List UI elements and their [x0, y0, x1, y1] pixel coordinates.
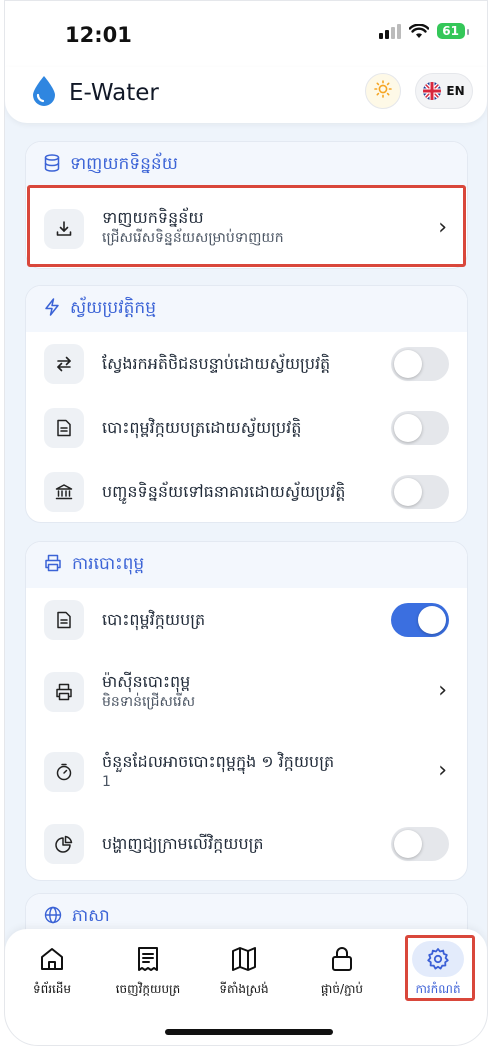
water-drop-icon	[31, 75, 57, 111]
stopwatch-icon	[44, 752, 84, 792]
chevron-right-icon: ›	[438, 758, 447, 783]
app-header: E-Water EN	[5, 67, 487, 123]
row-title: បញ្ជូនទិន្នន័យទៅធនាគារដោយស្វ័យប្រវត្តិ	[102, 482, 346, 501]
home-indicator	[165, 1029, 333, 1035]
section-header: ការបោះពុម្ព	[26, 542, 467, 588]
section-title: ទាញយកទិន្នន័យ	[70, 153, 178, 174]
status-icons: 61	[379, 23, 469, 39]
nav-label: ទំព័រដើម	[32, 982, 72, 996]
printer-icon	[44, 672, 84, 712]
auto-send-bank-toggle[interactable]	[391, 475, 449, 509]
chevron-right-icon: ›	[438, 215, 447, 240]
home-icon	[32, 941, 72, 977]
row-subtitle: មិនទាន់ជ្រើសរើស	[102, 694, 196, 710]
row-title: បង្ហាញជ្យក្រាមលើវិក្កយបត្រ	[102, 834, 264, 853]
uk-flag-icon	[423, 82, 442, 100]
download-section: ទាញយកទិន្នន័យ ទាញយកទិន្នន័យ ជ្រើសរើសទិន្…	[25, 141, 468, 269]
row-title: បោះពុម្ពវិក្កយបត្រ	[102, 610, 206, 629]
theme-toggle-button[interactable]	[365, 73, 401, 109]
print-invoice-toggle[interactable]	[391, 603, 449, 637]
printing-section: ការបោះពុម្ព បោះពុម្ពវិក្កយបត្រ ម៉ាស៊ីនបោ…	[25, 541, 468, 881]
nav-settings[interactable]: ការកំណត់	[393, 941, 483, 999]
signal-icon	[379, 23, 402, 39]
nav-invoice[interactable]: ចេញវិក្កយបត្រ	[103, 941, 193, 999]
automation-section: ស្វ័យប្រវត្តិកម្ម ស្វែងរកអតិថិជនបន្ទាប់ដ…	[25, 285, 468, 523]
nav-label: ការកំណត់	[415, 982, 461, 996]
nav-disconnect[interactable]: ផ្ដាច់/ភ្ជាប់	[297, 941, 387, 999]
row-title: ទាញយកទិន្នន័យ	[102, 208, 204, 227]
phone-screen: 12:01 61 E-Water EN ទាញយកទិន្នន័យ ទាញយកទ…	[4, 0, 488, 1046]
section-title: ភាសា	[72, 905, 110, 926]
globe-icon	[44, 906, 62, 929]
gear-icon	[412, 941, 464, 977]
print-invoice-row: បោះពុម្ពវិក្កយបត្រ	[26, 588, 467, 652]
nav-map[interactable]: ទីតាំងស្រង់	[199, 941, 289, 999]
row-title: បោះពុម្ពវិក្កយបត្រដោយស្វ័យប្រវត្តិ	[102, 418, 302, 437]
section-header: ទាញយកទិន្នន័យ	[26, 142, 467, 188]
language-code: EN	[446, 84, 465, 98]
auto-print-invoice-toggle[interactable]	[391, 411, 449, 445]
download-icon	[44, 209, 84, 249]
wifi-icon	[409, 23, 430, 39]
show-chart-row: បង្ហាញជ្យក្រាមលើវិក្កយបត្រ	[26, 812, 467, 876]
auto-send-bank-row: បញ្ជូនទិន្នន័យទៅធនាគារដោយស្វ័យប្រវត្តិ	[26, 460, 467, 522]
show-chart-toggle[interactable]	[391, 827, 449, 861]
document-icon	[44, 600, 84, 640]
printer-select-row[interactable]: ម៉ាស៊ីនបោះពុម្ព មិនទាន់ជ្រើសរើស ›	[26, 652, 467, 732]
nav-home[interactable]: ទំព័រដើម	[7, 941, 97, 999]
pie-chart-icon	[44, 824, 84, 864]
database-icon	[44, 153, 60, 177]
app-title: E-Water	[69, 80, 159, 106]
lock-icon	[322, 941, 362, 977]
language-switch-button[interactable]: EN	[415, 73, 473, 109]
document-icon	[44, 408, 84, 448]
row-title: ម៉ាស៊ីនបោះពុម្ព	[102, 672, 191, 691]
section-header: ស្វ័យប្រវត្តិកម្ម	[26, 286, 467, 332]
sun-icon	[374, 80, 392, 102]
nav-label: ផ្ដាច់/ភ្ជាប់	[320, 982, 364, 996]
receipt-icon	[128, 941, 168, 977]
nav-label: ទីតាំងស្រង់	[219, 982, 269, 996]
section-title: ស្វ័យប្រវត្តិកម្ម	[70, 297, 156, 318]
auto-next-customer-toggle[interactable]	[391, 347, 449, 381]
status-time: 12:01	[65, 23, 132, 47]
battery-indicator: 61	[437, 23, 469, 39]
map-icon	[224, 941, 264, 977]
auto-next-customer-row: ស្វែងរកអតិថិជនបន្ទាប់ដោយស្វ័យប្រវត្តិ	[26, 332, 467, 396]
nav-label: ចេញវិក្កយបត្រ	[115, 982, 181, 996]
printer-icon	[44, 554, 62, 577]
chevron-right-icon: ›	[438, 678, 447, 703]
row-title: ចំនួនដែលអាចបោះពុម្ពក្នុង ១ វិក្កយបត្រ	[102, 752, 335, 771]
section-title: ការបោះពុម្ព	[72, 553, 145, 574]
auto-print-invoice-row: បោះពុម្ពវិក្កយបត្រដោយស្វ័យប្រវត្តិ	[26, 396, 467, 460]
status-bar: 12:01 61	[5, 1, 487, 67]
row-title: ស្វែងរកអតិថិជនបន្ទាប់ដោយស្វ័យប្រវត្តិ	[102, 354, 331, 373]
lightning-icon	[44, 297, 60, 321]
download-data-row[interactable]: ទាញយកទិន្នន័យ ជ្រើសរើសទិន្នន័យសម្រាប់ទាញ…	[26, 188, 467, 268]
row-subtitle: 1	[102, 774, 111, 790]
swap-arrows-icon	[44, 344, 84, 384]
row-subtitle: ជ្រើសរើសទិន្នន័យសម្រាប់ទាញយក	[102, 230, 284, 246]
print-copies-row[interactable]: ចំនួនដែលអាចបោះពុម្ពក្នុង ១ វិក្កយបត្រ 1 …	[26, 732, 467, 812]
bank-icon	[44, 472, 84, 512]
